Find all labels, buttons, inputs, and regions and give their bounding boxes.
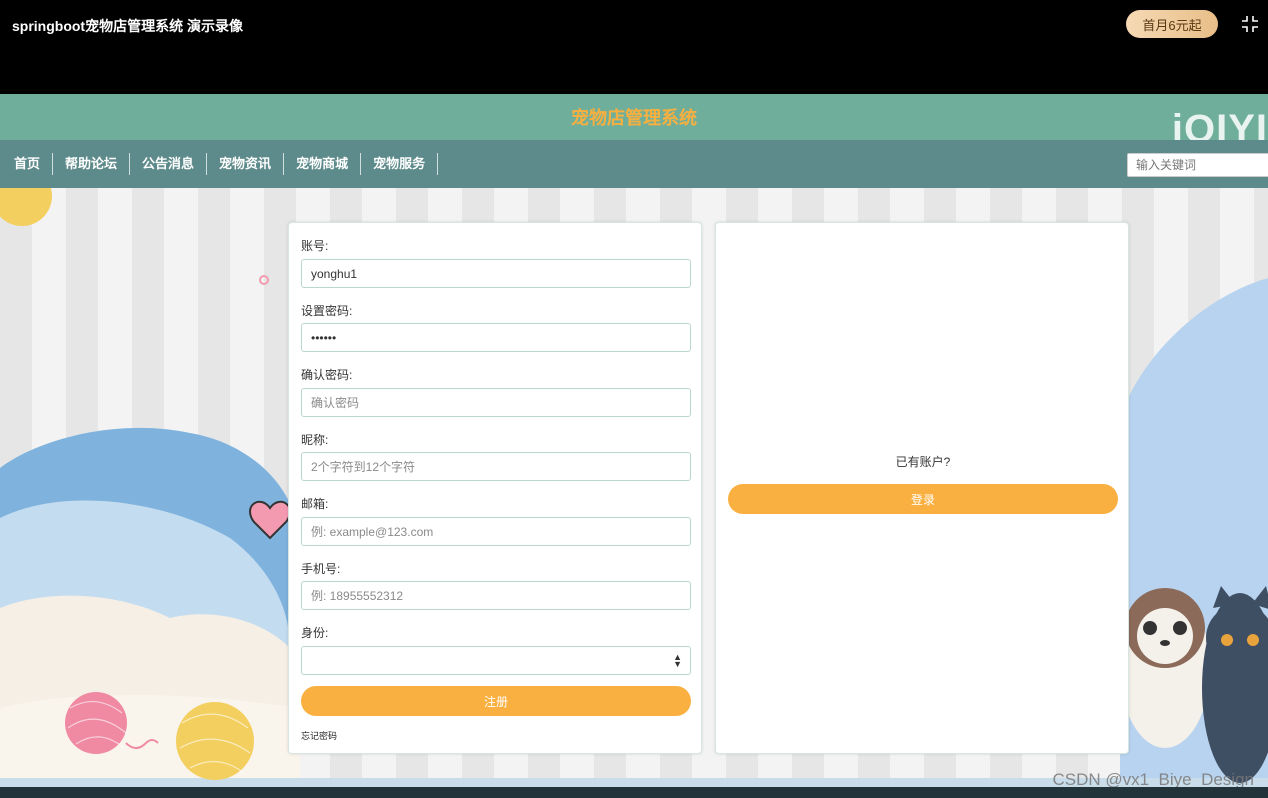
select-arrows-icon: ▲ ▼ <box>673 652 682 669</box>
web-page: 宠物店管理系统 iQIYI 首页 帮助论坛 公告消息 宠物资讯 宠物商城 宠物服… <box>0 94 1268 798</box>
login-panel: 已有账户? 登录 <box>715 222 1129 754</box>
confirm-password-label: 确认密码: <box>301 368 353 382</box>
password-input[interactable] <box>301 323 691 352</box>
site-title: 宠物店管理系统 <box>571 108 697 128</box>
account-input[interactable] <box>301 259 691 288</box>
has-account-text: 已有账户? <box>895 455 951 469</box>
phone-label: 手机号: <box>301 562 341 576</box>
email-input[interactable] <box>301 517 691 546</box>
nickname-label: 昵称: <box>301 433 329 447</box>
site-header: 宠物店管理系统 iQIYI <box>0 94 1268 151</box>
player-bottom-strip <box>0 787 1268 798</box>
video-player-top-bar: springboot宠物店管理系统 演示录像 首月6元起 <box>0 0 1268 94</box>
exit-fullscreen-icon[interactable] <box>1240 14 1260 34</box>
identity-label: 身份: <box>301 626 329 640</box>
nav-item-pet-news[interactable]: 宠物资讯 <box>207 153 285 175</box>
forgot-password-link[interactable]: 忘记密码 <box>301 729 337 742</box>
vip-offer-button[interactable]: 首月6元起 <box>1126 10 1218 38</box>
identity-select[interactable]: ▲ ▼ <box>301 646 691 675</box>
confirm-password-input[interactable] <box>301 388 691 417</box>
account-label: 账号: <box>301 239 329 253</box>
nav-item-home[interactable]: 首页 <box>0 153 54 175</box>
email-label: 邮箱: <box>301 497 329 511</box>
video-title: springboot宠物店管理系统 演示录像 <box>12 18 243 34</box>
nickname-input[interactable] <box>301 452 691 481</box>
nav-item-pet-services[interactable]: 宠物服务 <box>361 153 439 175</box>
register-form: 账号: 设置密码: 确认密码: 昵称: 邮箱: 手机号: 身份: ▲▼ 注册 忘… <box>288 222 702 754</box>
main-nav: 首页 帮助论坛 公告消息 宠物资讯 宠物商城 宠物服务 <box>0 140 1268 188</box>
nav-item-pet-store[interactable]: 宠物商城 <box>284 153 362 175</box>
register-button[interactable]: 注册 <box>301 686 691 716</box>
search-input[interactable] <box>1127 153 1268 177</box>
nav-item-forum[interactable]: 帮助论坛 <box>53 153 131 175</box>
phone-input[interactable] <box>301 581 691 610</box>
login-button[interactable]: 登录 <box>728 484 1118 514</box>
nav-item-announcements[interactable]: 公告消息 <box>130 153 208 175</box>
password-label: 设置密码: <box>301 304 353 318</box>
